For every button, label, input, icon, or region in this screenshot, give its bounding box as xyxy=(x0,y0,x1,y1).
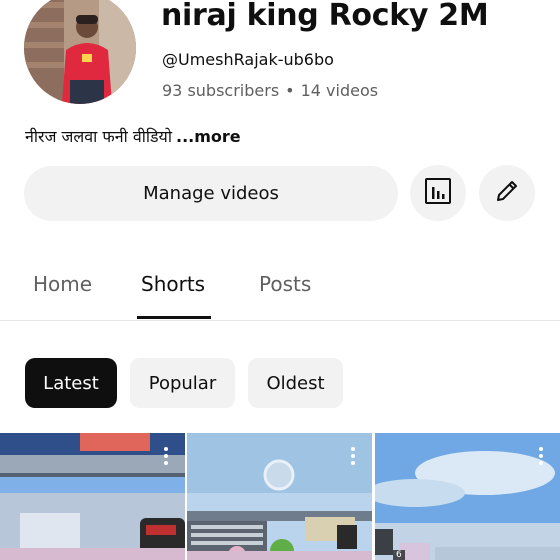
description-text: नीरज जलवा फनी वीडियो xyxy=(25,127,172,146)
short-thumbnail[interactable] xyxy=(187,433,372,560)
channel-description[interactable]: नीरज जलवा फनी वीडियो ...more xyxy=(25,125,241,147)
channel-handle: @UmeshRajak-ub6bo xyxy=(162,50,334,69)
short-thumbnail[interactable]: 6 xyxy=(375,433,560,560)
chip-popular[interactable]: Popular xyxy=(130,358,235,408)
manage-videos-button[interactable]: Manage videos xyxy=(24,166,398,221)
tabs-divider xyxy=(0,320,560,321)
more-vert-icon[interactable] xyxy=(163,447,169,468)
more-link[interactable]: ...more xyxy=(176,127,241,146)
thumbnail-badge: 6 xyxy=(393,550,405,560)
more-vert-icon[interactable] xyxy=(538,447,544,468)
bar-chart-icon xyxy=(424,177,452,209)
pencil-icon xyxy=(493,177,521,209)
chip-latest[interactable]: Latest xyxy=(25,358,117,408)
short-thumbnail[interactable] xyxy=(0,433,185,560)
stats-separator: • xyxy=(285,81,295,100)
analytics-button[interactable] xyxy=(410,165,466,221)
edit-channel-button[interactable] xyxy=(479,165,535,221)
subscriber-count: 93 subscribers xyxy=(162,81,280,100)
tab-home[interactable]: Home xyxy=(33,272,92,296)
channel-name: niraj king Rocky 2M xyxy=(161,0,489,33)
tab-posts[interactable]: Posts xyxy=(259,272,311,296)
tab-shorts[interactable]: Shorts xyxy=(141,272,205,296)
channel-stats: 93 subscribers • 14 videos xyxy=(162,81,378,100)
more-vert-icon[interactable] xyxy=(350,447,356,468)
chip-oldest[interactable]: Oldest xyxy=(248,358,343,408)
video-count: 14 videos xyxy=(300,81,379,100)
active-tab-indicator xyxy=(137,316,211,319)
channel-avatar[interactable] xyxy=(24,0,136,104)
